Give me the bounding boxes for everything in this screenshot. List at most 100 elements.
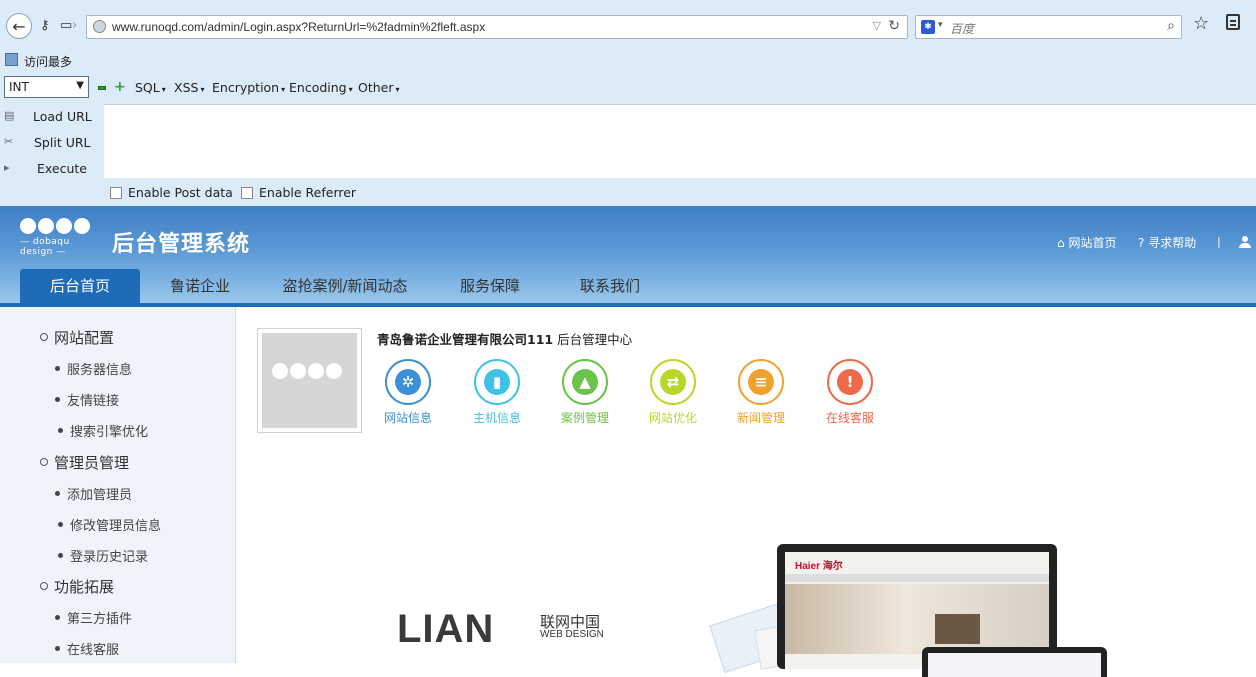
enable-referrer-checkbox[interactable] [241,187,253,199]
site-logo[interactable]: — dobaqu design — [20,218,100,266]
help-link[interactable]: ? 寻求帮助 [1138,234,1196,251]
sidebar-item-seo[interactable]: 搜索引擎优化 [58,421,148,440]
sidebar-item-server-info[interactable]: 服务器信息 [55,359,132,378]
url-bar[interactable]: www.runoqd.com/admin/Login.aspx?ReturnUr… [86,15,908,39]
globe-icon [93,20,106,33]
site-title: 后台管理系统 [112,232,251,257]
bookmark-star-icon[interactable]: ☆ [1193,13,1209,34]
quick-link-circle: ⇄ [650,359,696,405]
quick-link-circle: ✲ [385,359,431,405]
quick-link-label: 新闻管理 [736,411,785,425]
quick-link-3[interactable]: ▲ 案例管理 [555,359,615,426]
menu-other[interactable]: Other [358,80,400,95]
company-avatar [257,328,362,433]
back-arrow-icon[interactable]: ← [6,13,32,39]
tab-service[interactable]: 服务保障 [440,269,540,303]
company-suffix: 后台管理中心 [557,332,633,347]
bookmark-folder-icon [5,53,18,66]
logo-subtitle: — dobaqu design — [20,237,70,257]
forward-arrow-icon[interactable]: › [72,18,77,33]
home-link[interactable]: ⌂ 网站首页 [1057,234,1116,251]
quick-link-label: 在线客服 [825,411,874,425]
tab-admin-home[interactable]: 后台首页 [20,269,140,303]
help-icon: ? [1138,236,1145,250]
execute-icon: ▸ [4,161,10,174]
tab-company[interactable]: 鲁诺企业 [145,269,255,303]
thermometer-icon: ▮ [484,369,510,395]
sidebar-item-add-admin[interactable]: 添加管理员 [55,484,132,503]
quick-link-4[interactable]: ⇄ 网站优化 [643,359,703,426]
main-tabs: 后台首页 鲁诺企业 盗抢案例/新闻动态 服务保障 联系我们 [0,269,1256,303]
menu-encoding[interactable]: Encoding [289,80,353,95]
quick-link-label: 主机信息 [472,411,521,425]
execute-button[interactable]: ▸ Execute [0,158,104,180]
enable-post-checkbox[interactable] [110,187,122,199]
reading-list-icon[interactable] [1226,14,1240,30]
alert-icon: ! [837,369,863,395]
quick-link-5[interactable]: ≡ 新闻管理 [731,359,791,426]
minus-icon[interactable] [98,86,106,90]
quick-link-circle: ▮ [474,359,520,405]
tab-contact[interactable]: 联系我们 [560,269,660,303]
hackbar-url-textarea[interactable] [104,104,1256,178]
monitor-brand: Haier 海尔 [795,561,843,572]
home-link-label: 网站首页 [1068,236,1117,250]
engine-dropdown-icon[interactable]: ▾ [938,20,943,30]
quick-link-1[interactable]: ✲ 网站信息 [378,359,438,426]
load-url-icon: ▤ [4,109,15,122]
load-url-button[interactable]: ▤ Load URL [0,106,104,128]
sidebar-item-login-history[interactable]: 登录历史记录 [58,546,148,565]
sidebar-item-plugins[interactable]: 第三方插件 [55,608,132,627]
quick-link-circle: ! [827,359,873,405]
enable-post-label: Enable Post data [128,185,233,200]
type-select-value: INT [9,80,29,94]
search-engine-icon[interactable]: ✱ [921,20,935,34]
split-url-button[interactable]: ✂ Split URL [0,132,104,154]
key-icon[interactable]: ⚷ [40,18,50,33]
sidebar-group-admin[interactable]: 管理员管理 [40,452,129,473]
sidebar-item-friend-links[interactable]: 友情链接 [55,390,119,409]
header-separator: | [1217,235,1221,248]
search-placeholder[interactable]: 百度 [950,20,974,37]
quick-link-2[interactable]: ▮ 主机信息 [467,359,527,426]
quick-link-6[interactable]: ! 在线客服 [820,359,880,426]
split-url-label: Split URL [34,135,91,150]
load-url-label: Load URL [33,109,92,124]
menu-sql[interactable]: SQL [135,80,166,95]
reload-icon[interactable]: ↻ [888,18,900,34]
execute-label: Execute [37,161,87,176]
plus-icon[interactable]: + [114,80,126,94]
hackbar-actions: ▤ Load URL ✂ Split URL ▸ Execute [0,104,104,178]
sidebar-group-site-config[interactable]: 网站配置 [40,327,114,348]
quick-link-circle: ≡ [738,359,784,405]
site-header: — dobaqu design — 后台管理系统 ⌂ 网站首页 ? 寻求帮助 |… [0,206,1256,303]
quick-link-label: 网站优化 [648,411,697,425]
sidebar-item-online-service[interactable]: 在线客服 [55,639,119,658]
quick-link-circle: ▲ [562,359,608,405]
select-arrow-icon: ▼ [76,80,84,91]
browser-toolbar: ← ⚷ ▭ › www.runoqd.com/admin/Login.aspx?… [0,0,1256,206]
user-icon[interactable] [1239,236,1251,248]
search-icon[interactable]: ⌕ [1167,18,1175,34]
enable-referrer-label: Enable Referrer [259,185,357,200]
history-dropdown-icon[interactable]: ▽ [873,19,881,32]
split-url-icon: ✂ [4,135,14,148]
refresh-icon: ⇄ [660,369,686,395]
hackbar-toolbar: INT ▼ + SQL XSS Encryption Encoding Othe… [0,75,600,100]
sidebar-group-extensions[interactable]: 功能拓展 [40,576,114,597]
search-bar[interactable]: ✱ ▾ 百度 ⌕ [915,15,1182,39]
chart-icon: ▲ [572,369,598,395]
document-icon: ≡ [748,369,774,395]
bookmark-most-visited[interactable]: 访问最多 [24,53,72,70]
sidebar-item-edit-admin[interactable]: 修改管理员信息 [58,515,161,534]
company-heading: 青岛鲁诺企业管理有限公司111 后台管理中心 [377,329,632,348]
page-info-icon[interactable]: ▭ [60,18,72,33]
url-text[interactable]: www.runoqd.com/admin/Login.aspx?ReturnUr… [112,20,485,34]
quick-link-label: 案例管理 [560,411,609,425]
menu-encryption[interactable]: Encryption [212,80,285,95]
menu-xss[interactable]: XSS [174,80,204,95]
monitor-image-2 [922,647,1107,677]
banner-logo: LIAN [397,607,495,651]
tab-cases-news[interactable]: 盗抢案例/新闻动态 [265,269,425,303]
type-select[interactable]: INT ▼ [4,76,89,98]
